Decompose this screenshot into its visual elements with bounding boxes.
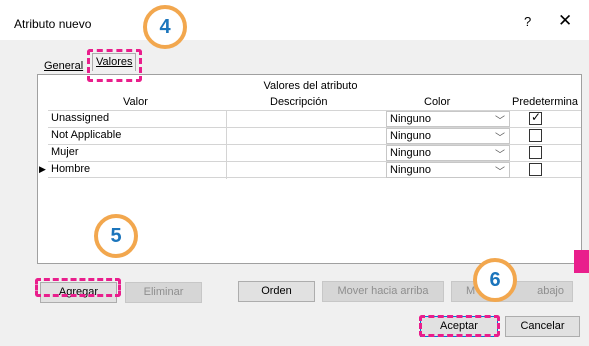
accept-button-highlight (419, 315, 500, 337)
column-header-valor[interactable]: Valor (123, 96, 148, 108)
help-button[interactable]: ? (524, 14, 531, 29)
cell-valor[interactable]: Mujer (51, 146, 79, 158)
current-row-pointer-icon: ▶ (39, 164, 46, 174)
column-header-descripcion[interactable]: Descripción (270, 96, 327, 108)
cancel-button[interactable]: Cancelar (505, 316, 580, 337)
step-badge-5: 5 (94, 214, 138, 258)
color-select[interactable]: Ninguno ﹀ (386, 145, 510, 161)
tab-general[interactable]: General (44, 60, 83, 72)
column-header-predeterminado[interactable]: Predetermina (512, 96, 578, 108)
chevron-down-icon: ﹀ (495, 133, 505, 144)
color-select-value: Ninguno (390, 130, 431, 142)
color-select-value: Ninguno (390, 147, 431, 159)
step-badge-6: 6 (473, 258, 517, 302)
close-button[interactable]: ✕ (558, 11, 572, 31)
table-row[interactable]: Mujer Ninguno ﹀ (48, 144, 581, 162)
title-bar: Atributo nuevo ? ✕ (0, 0, 589, 40)
valores-tab-highlight (87, 49, 142, 82)
move-up-button[interactable]: Mover hacia arriba (322, 281, 444, 302)
column-header-color[interactable]: Color (424, 96, 450, 108)
table-row[interactable]: Unassigned Ninguno ﹀ ✓ (48, 110, 581, 128)
column-divider (226, 162, 227, 179)
tab-general-label: General (44, 60, 84, 72)
move-down-label-end: abajo (537, 285, 564, 297)
color-select-value: Ninguno (390, 113, 431, 125)
cell-valor[interactable]: Not Applicable (51, 129, 121, 141)
color-select-value: Ninguno (390, 164, 431, 176)
default-checkbox[interactable]: ✓ (529, 110, 542, 125)
default-checkbox[interactable] (529, 163, 542, 176)
chevron-down-icon: ﹀ (495, 150, 505, 161)
cell-valor[interactable]: Unassigned (51, 112, 109, 124)
chevron-down-icon: ﹀ (495, 116, 505, 127)
scroll-marker (574, 250, 589, 273)
step-badge-4: 4 (143, 5, 187, 49)
table-row[interactable]: Not Applicable Ninguno ﹀ (48, 127, 581, 145)
default-checkbox[interactable] (529, 129, 542, 142)
column-divider (226, 111, 227, 128)
delete-button[interactable]: Eliminar (125, 282, 202, 303)
column-divider (226, 145, 227, 162)
color-select[interactable]: Ninguno ﹀ (386, 162, 510, 178)
window-title: Atributo nuevo (14, 17, 92, 31)
check-icon: ✓ (531, 110, 542, 124)
chevron-down-icon: ﹀ (495, 167, 505, 178)
default-checkbox[interactable] (529, 146, 542, 159)
order-button[interactable]: Orden (238, 281, 315, 302)
color-select[interactable]: Ninguno ﹀ (386, 111, 510, 127)
column-divider (226, 128, 227, 145)
table-row[interactable]: ▶ Hombre Ninguno ﹀ (39, 161, 581, 179)
cell-valor[interactable]: Hombre (51, 163, 90, 175)
add-button-highlight (35, 278, 121, 297)
color-select[interactable]: Ninguno ﹀ (386, 128, 510, 144)
